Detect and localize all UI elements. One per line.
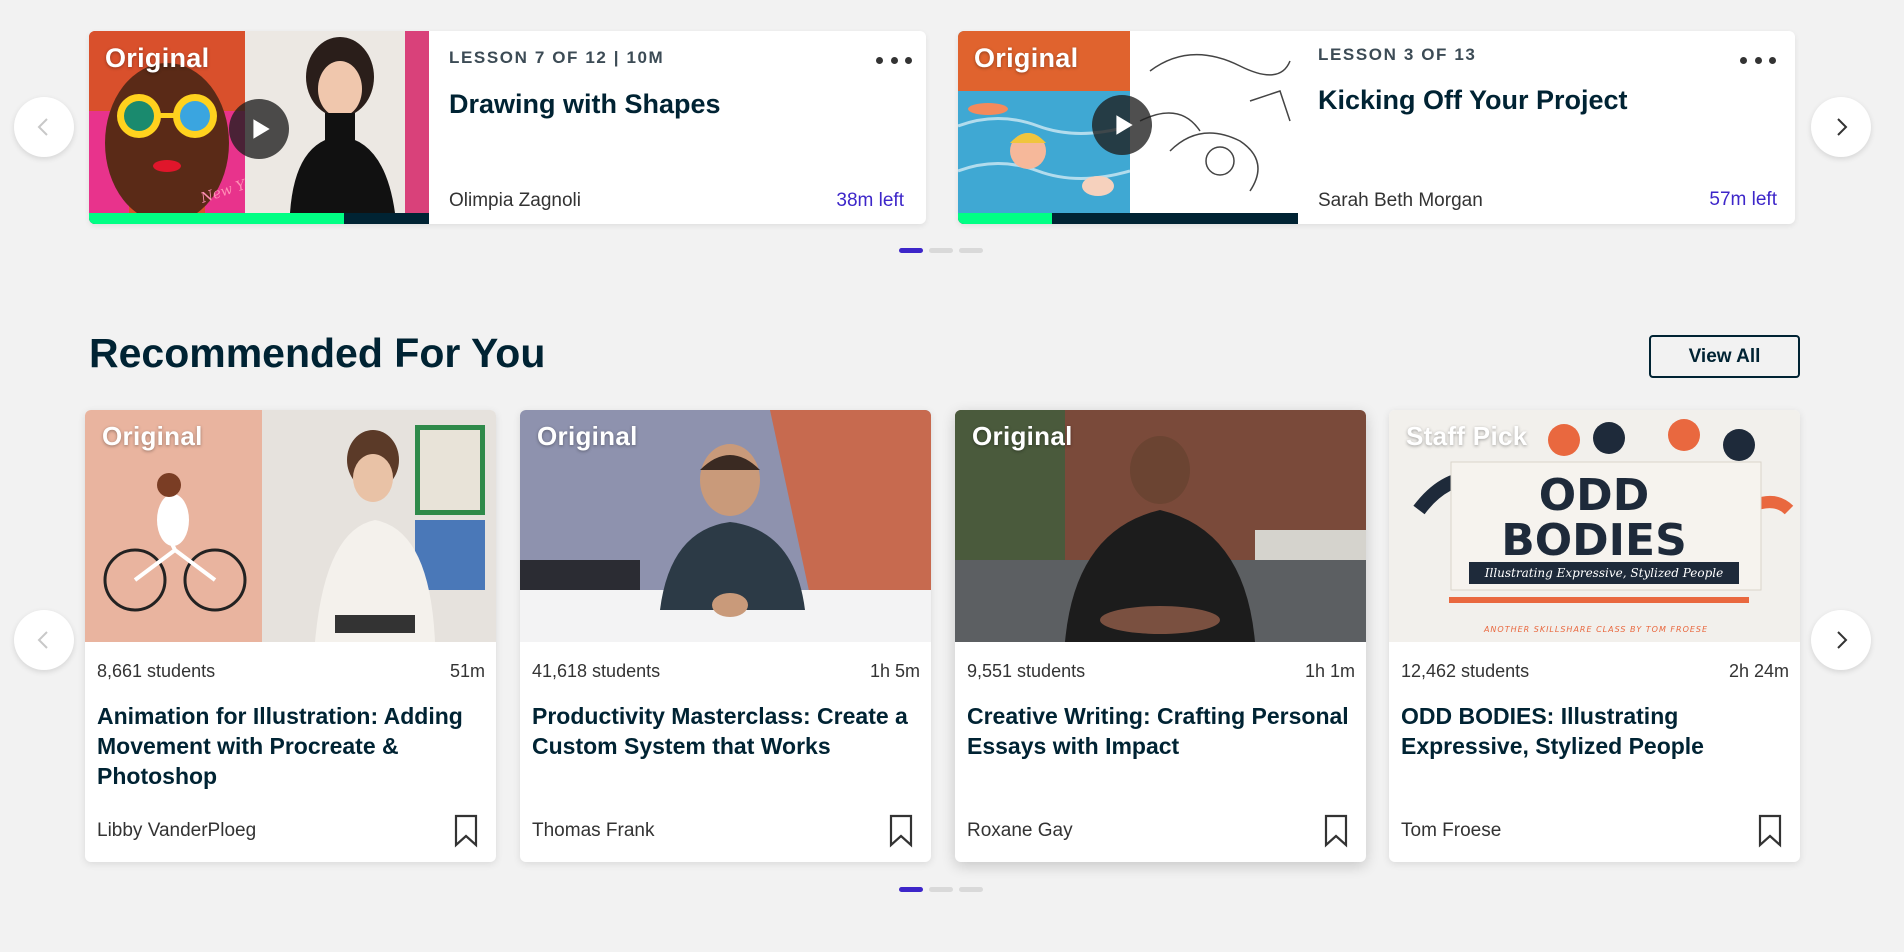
original-badge: Original: [102, 421, 203, 451]
instructor-name[interactable]: Thomas Frank: [532, 820, 654, 842]
thumbnail-tagline: Illustrating Expressive, Stylized People: [1484, 566, 1724, 580]
course-card[interactable]: Original 8,661 students 51m Animation fo…: [85, 410, 496, 862]
instructor-name[interactable]: Tom Froese: [1401, 820, 1501, 842]
thumbnail-footer: ANOTHER SKILLSHARE CLASS BY TOM FROESE: [1483, 625, 1708, 634]
course-card[interactable]: Original 9,551 students 1h 1m Creative W…: [955, 410, 1366, 862]
course-duration: 2h 24m: [1728, 661, 1789, 681]
bookmark-icon[interactable]: [1758, 814, 1782, 848]
pager-dot-active[interactable]: [899, 248, 923, 253]
bookmark-icon[interactable]: [889, 814, 913, 848]
lesson-counter: LESSON 3 OF 13: [1318, 45, 1477, 64]
time-left: 38m left: [836, 190, 904, 211]
more-options-icon[interactable]: [1740, 49, 1776, 71]
play-icon: [1116, 115, 1133, 135]
instructor-name[interactable]: Roxane Gay: [967, 820, 1073, 842]
section-title: Recommended For You: [89, 330, 546, 376]
time-left: 57m left: [1709, 189, 1777, 210]
student-count: 8,661 students: [97, 661, 216, 681]
course-duration: 51m: [449, 661, 485, 681]
student-count: 41,618 students: [532, 661, 661, 681]
pager-dot[interactable]: [959, 248, 983, 253]
pager-dot[interactable]: [929, 887, 953, 892]
play-button[interactable]: [1092, 95, 1152, 155]
original-badge: Original: [105, 43, 210, 73]
course-thumbnail[interactable]: Original: [85, 410, 496, 642]
original-badge: Original: [974, 43, 1079, 73]
chevron-left-icon: [37, 631, 48, 649]
play-button[interactable]: [229, 99, 289, 159]
student-count: 12,462 students: [1401, 661, 1530, 681]
bookmark-icon[interactable]: [1324, 814, 1348, 848]
lesson-thumbnail[interactable]: New York Original: [89, 31, 429, 224]
lesson-progress-bar: [89, 213, 429, 224]
course-title[interactable]: Animation for Illustration: Adding Movem…: [97, 701, 482, 791]
carousel-pager: [899, 248, 983, 253]
instructor-name[interactable]: Libby VanderPloeg: [97, 820, 256, 842]
more-options-icon[interactable]: [876, 49, 912, 71]
lesson-thumbnail[interactable]: Original: [958, 31, 1298, 224]
view-all-button[interactable]: View All: [1649, 335, 1800, 378]
course-thumbnail[interactable]: Original: [955, 410, 1366, 642]
pager-dot[interactable]: [959, 887, 983, 892]
student-count: 9,551 students: [967, 661, 1086, 681]
recommended-next-button[interactable]: [1811, 610, 1871, 670]
instructor-name[interactable]: Sarah Beth Morgan: [1318, 190, 1483, 212]
course-title[interactable]: Productivity Masterclass: Create a Custo…: [532, 701, 917, 761]
chevron-right-icon: [1837, 118, 1848, 136]
lesson-progress-fill: [89, 213, 344, 224]
recommended-prev-button[interactable]: [14, 610, 74, 670]
course-title[interactable]: ODD BODIES: Illustrating Expressive, Sty…: [1401, 701, 1786, 761]
pager-dot-active[interactable]: [899, 887, 923, 892]
lesson-title[interactable]: Kicking Off Your Project: [1318, 85, 1628, 116]
course-card[interactable]: ODD BODIES Illustrating Expressive, Styl…: [1389, 410, 1800, 862]
lesson-progress-fill: [958, 213, 1052, 224]
carousel-prev-button[interactable]: [14, 97, 74, 157]
course-duration: 1h 1m: [1304, 661, 1355, 681]
course-thumbnail[interactable]: ODD BODIES Illustrating Expressive, Styl…: [1389, 410, 1800, 642]
line-sketch: [1130, 31, 1298, 213]
thumbnail-title-line1: ODD: [1539, 470, 1649, 521]
original-badge: Original: [537, 421, 638, 451]
course-title[interactable]: Creative Writing: Crafting Personal Essa…: [967, 701, 1352, 761]
chevron-left-icon: [37, 118, 48, 136]
continue-watching-card[interactable]: New York Original LESSON 7 OF 12 | 10M D…: [89, 31, 926, 224]
thumbnail-title-line2: BODIES: [1501, 515, 1687, 566]
lesson-title[interactable]: Drawing with Shapes: [449, 89, 721, 120]
recommended-pager: [899, 887, 983, 892]
pager-dot[interactable]: [929, 248, 953, 253]
play-icon: [253, 119, 270, 139]
chevron-right-icon: [1837, 631, 1848, 649]
carousel-next-button[interactable]: [1811, 97, 1871, 157]
course-thumbnail[interactable]: Original: [520, 410, 931, 642]
lesson-counter: LESSON 7 OF 12 | 10M: [449, 48, 665, 67]
course-duration: 1h 5m: [869, 661, 920, 681]
lesson-progress-bar: [958, 213, 1298, 224]
instructor-name[interactable]: Olimpia Zagnoli: [449, 190, 581, 212]
bookmark-icon[interactable]: [454, 814, 478, 848]
original-badge: Original: [972, 421, 1073, 451]
continue-watching-card[interactable]: Original LESSON 3 OF 13 Kicking Off Your…: [958, 31, 1795, 224]
course-card[interactable]: Original 41,618 students 1h 5m Productiv…: [520, 410, 931, 862]
staff-pick-badge: Staff Pick: [1406, 421, 1528, 451]
